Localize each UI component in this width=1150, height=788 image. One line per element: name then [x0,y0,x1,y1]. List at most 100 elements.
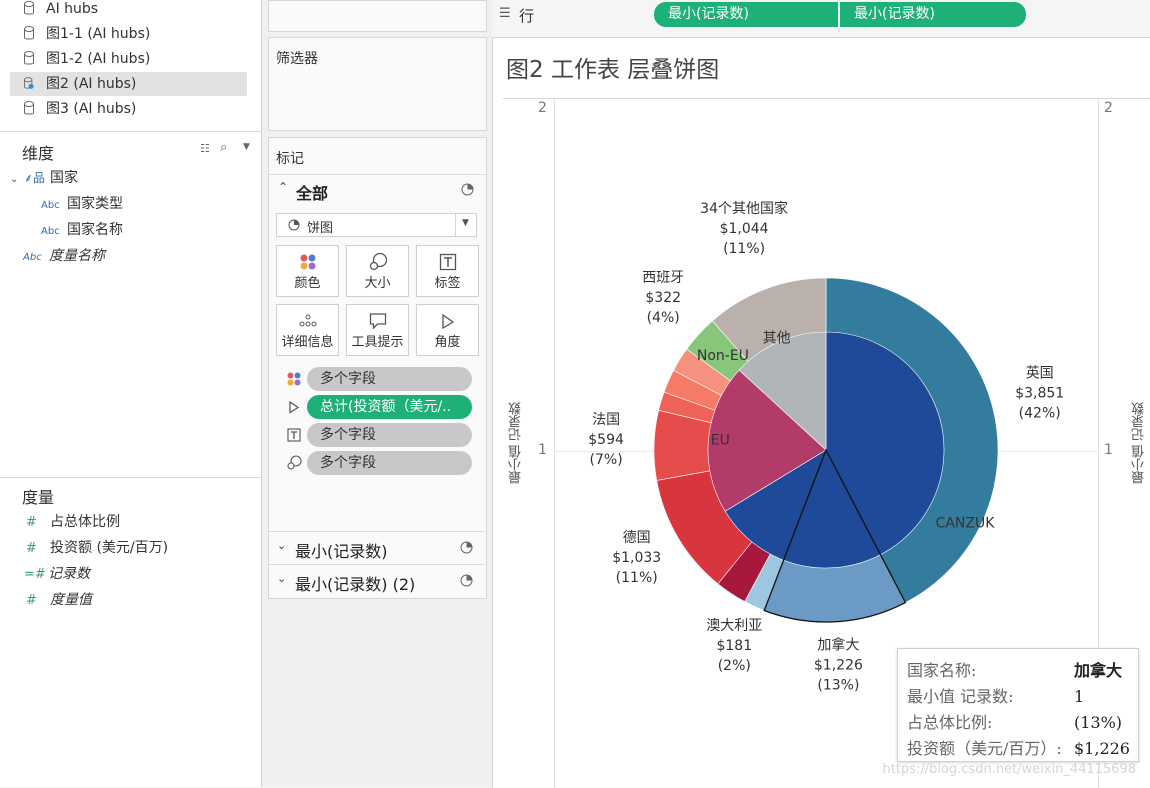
inner-slice-label: EU [711,433,730,449]
angle-icon [289,400,300,414]
detail-button[interactable]: 详细信息 [276,304,339,356]
database-icon [24,26,34,40]
chevron-down-icon[interactable]: ▼ [462,218,469,228]
slice-label: 法国 [592,412,620,428]
slice-label: 加拿大 [817,637,859,654]
slice-label: (42%) [1019,406,1061,422]
inner-slice-label: 其他 [763,330,791,346]
datasource-item-selected[interactable]: 图2 (AI hubs) [10,72,247,96]
angle-field-pill[interactable]: 总计(投资额（美元/.. [307,395,472,419]
tooltip-button[interactable]: 工具提示 [346,304,409,356]
mark-type-select[interactable]: 饼图 ▼ [276,213,477,237]
filters-card[interactable]: 筛选器 [268,37,487,131]
pie-chart-icon [288,219,300,231]
tooltip-key: 最小值 记录数: [907,687,1014,706]
color-dots-icon [300,254,315,270]
color-button[interactable]: 颜色 [276,245,339,297]
size-field-pill[interactable]: 多个字段 [307,451,472,475]
rows-pill-1[interactable]: 最小(记录数) [654,2,838,27]
chevron-down-icon[interactable]: ⌄ [10,168,24,192]
measure-field[interactable]: # 度量值 [26,588,92,612]
tooltip-value: $1,226 [1074,739,1130,758]
slice-label: (11%) [723,241,765,257]
slice-label: (4%) [647,310,680,326]
chevron-down-icon[interactable]: ⌄ [277,539,286,552]
rows-pill-2[interactable]: 最小(记录数) [840,2,1026,27]
slice-label: $1,044 [720,221,769,237]
marks-section-2[interactable]: ⌄ 最小(记录数) (2) [268,565,485,597]
slice-label: $1,033 [612,550,661,566]
color-field-pill[interactable]: 多个字段 [307,367,472,391]
search-icon[interactable]: ⌕ [220,140,227,155]
number-field-icon: # [26,515,37,530]
slice-label: (7%) [590,452,623,468]
measure-field[interactable]: =# 记录数 [24,562,90,586]
size-circles-icon [369,252,387,271]
menu-dropdown-icon[interactable]: ▼ [243,142,250,152]
slice-label: 德国 [623,530,651,546]
slice-label: (11%) [616,570,658,586]
datasource-label: AI hubs [46,1,99,17]
database-icon [24,51,34,65]
color-dots-icon [287,372,301,386]
pages-card [268,0,487,32]
angle-button[interactable]: 角度 [416,304,479,356]
string-field-icon: Abc [23,252,42,263]
slice-label: 英国 [1026,365,1054,382]
view-toggle-icon[interactable]: ☷ [200,142,210,155]
datasource-item[interactable]: AI hubs [10,0,247,21]
dimension-field[interactable]: Abc 国家名称 [41,218,123,242]
tooltip-value: 1 [1074,687,1085,706]
slice-label: 西班牙 [642,270,684,286]
marks-all-label[interactable]: 全部 [296,180,328,204]
tooltip-value: (13%) [1074,713,1123,732]
filters-title: 筛选器 [276,51,318,67]
rows-shelf-label: 行 [519,7,535,25]
datasource-label: 图1-2 (AI hubs) [46,51,151,67]
database-icon [24,101,34,115]
slice-label: $1,226 [814,658,863,674]
label-button[interactable]: 标签 [416,245,479,297]
slice-label: $181 [716,638,752,654]
slice-label: (13%) [817,678,859,694]
chevron-up-icon[interactable]: ⌃ [278,180,288,194]
dimension-field[interactable]: Abc 度量名称 [23,244,105,268]
divider [0,477,261,478]
string-field-icon: Abc [41,200,60,211]
database-active-icon [24,77,34,89]
datasource-item[interactable]: 图3 (AI hubs) [10,97,247,121]
dimension-field[interactable]: Abc 国家类型 [41,192,123,216]
datasource-label: 图1-1 (AI hubs) [46,26,151,42]
pie-indicator-icon [461,183,474,196]
slice-label: $594 [588,432,624,448]
divider [0,131,261,132]
string-field-icon: Abc [41,226,60,237]
speech-bubble-icon [369,313,386,330]
rows-shelf: ☰ 行 最小(记录数) 最小(记录数) [492,0,1150,30]
size-button[interactable]: 大小 [346,245,409,297]
slice-label: $322 [645,290,681,306]
slice-label: 澳大利亚 [706,618,762,634]
tooltip-key: 投资额（美元/百万）: [907,739,1062,758]
slice-label: $3,851 [1015,386,1064,402]
datasource-label: 图3 (AI hubs) [46,101,137,117]
datasource-item[interactable]: 图1-1 (AI hubs) [10,22,247,46]
dimension-group[interactable]: ⌄ ⸙品 国家 [10,166,78,190]
tooltip-key: 占总体比例: [907,713,993,732]
tooltip-value: 加拿大 [1074,661,1123,680]
marks-section-1[interactable]: ⌄ 最小(记录数) [268,532,485,564]
pie-indicator-icon [460,541,473,554]
chevron-down-icon[interactable]: ⌄ [277,572,286,585]
measure-field[interactable]: # 占总体比例 [26,510,120,534]
calculated-number-icon: =# [24,567,46,582]
datasource-label: 图2 (AI hubs) [46,76,137,92]
divider [269,174,486,175]
text-label-icon [287,428,301,442]
measure-field[interactable]: # 投资额 (美元/百万) [26,536,168,560]
number-field-icon: # [26,541,37,556]
size-circles-icon [287,455,302,470]
label-field-pill[interactable]: 多个字段 [307,423,472,447]
datasource-item[interactable]: 图1-2 (AI hubs) [10,47,247,71]
detail-dots-icon [299,314,316,327]
inner-slice-label: Non-EU [697,348,749,364]
